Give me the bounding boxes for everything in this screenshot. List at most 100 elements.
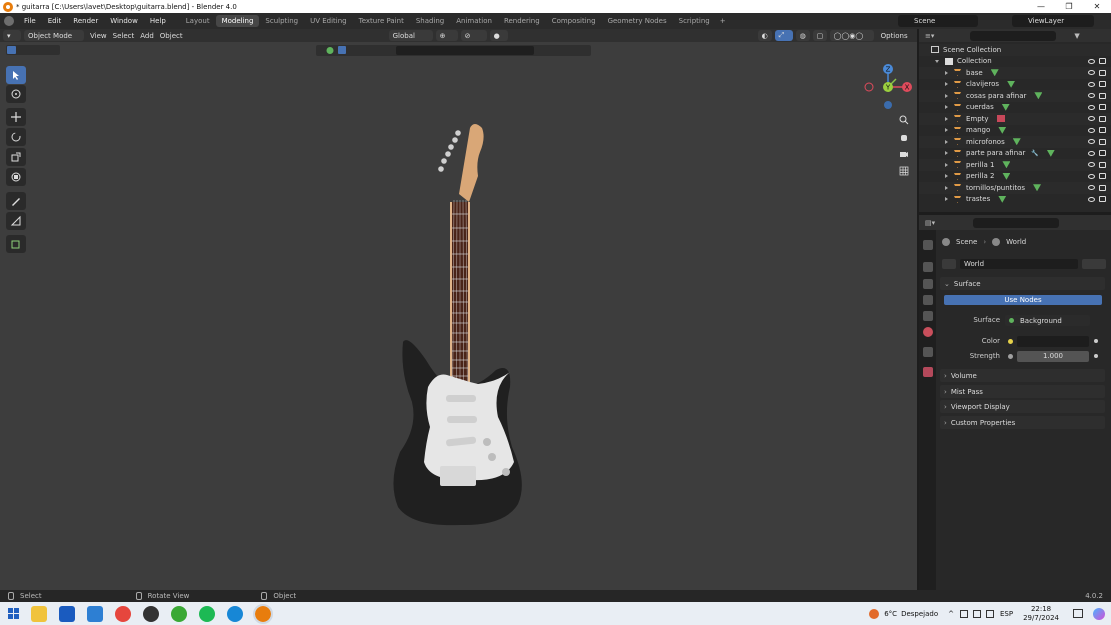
outliner-item[interactable]: cuerdas <box>919 102 1111 114</box>
camera-icon[interactable] <box>1099 161 1106 168</box>
camera-icon[interactable] <box>1099 138 1106 145</box>
outliner-item[interactable]: microfonos <box>919 136 1111 148</box>
outliner-item[interactable]: trastes <box>919 194 1111 206</box>
expand-arrow-icon[interactable] <box>945 70 948 75</box>
texture-tab-icon[interactable] <box>923 367 933 377</box>
strength-field[interactable]: 1.000 <box>1017 351 1089 362</box>
view-layer-selector[interactable]: ViewLayer <box>1012 15 1094 27</box>
eye-icon[interactable] <box>1088 81 1095 87</box>
view-layer-tab-icon[interactable] <box>923 295 933 305</box>
menu-file[interactable]: File <box>18 17 42 25</box>
add-workspace-button[interactable]: + <box>716 17 730 25</box>
mail-icon[interactable] <box>87 605 103 622</box>
expand-arrow-icon[interactable] <box>945 139 948 144</box>
measure-tool-button[interactable] <box>6 212 26 230</box>
display-icon[interactable] <box>973 609 981 618</box>
eye-icon[interactable] <box>1088 104 1095 110</box>
edge-icon[interactable] <box>227 605 243 622</box>
visibility-button[interactable]: ◐ <box>757 30 772 41</box>
overlay-button[interactable]: ◍ <box>795 30 810 41</box>
expand-arrow-icon[interactable] <box>945 116 948 121</box>
menu-render[interactable]: Render <box>67 17 104 25</box>
tab-uv-editing[interactable]: UV Editing <box>304 15 353 27</box>
clock[interactable]: 22:18 29/7/2024 <box>1023 605 1059 623</box>
tab-scripting[interactable]: Scripting <box>673 15 716 27</box>
grid-toggle-icon[interactable] <box>896 163 912 179</box>
outliner-item[interactable]: clavijeros <box>919 79 1111 91</box>
camera-icon[interactable] <box>1099 58 1106 65</box>
output-tab-icon[interactable] <box>923 279 933 289</box>
camera-icon[interactable] <box>1099 81 1106 88</box>
tab-texture-paint[interactable]: Texture Paint <box>353 15 410 27</box>
tab-compositing[interactable]: Compositing <box>546 15 602 27</box>
eye-icon[interactable] <box>1088 116 1095 122</box>
surface-shader-field[interactable]: Background <box>1005 315 1090 326</box>
outliner-item[interactable]: perilla 2 <box>919 171 1111 183</box>
chevron-up-icon[interactable]: ^ <box>948 610 954 618</box>
close-button[interactable]: ✕ <box>1083 2 1111 11</box>
minimize-button[interactable]: — <box>1027 2 1055 11</box>
tab-sculpting[interactable]: Sculpting <box>259 15 304 27</box>
camera-icon[interactable] <box>1099 127 1106 134</box>
menu-add[interactable]: Add <box>140 32 154 40</box>
rotate-tool-button[interactable] <box>6 128 26 146</box>
expand-arrow-icon[interactable] <box>945 151 948 156</box>
color-keyframe-icon[interactable] <box>1094 339 1098 343</box>
menu-view[interactable]: View <box>90 32 107 40</box>
volume-icon[interactable] <box>986 609 994 618</box>
transform-tool-button[interactable] <box>6 168 26 186</box>
render-tab-icon[interactable] <box>923 262 933 272</box>
camera-view-icon[interactable] <box>896 146 912 162</box>
utorrent-icon[interactable] <box>171 605 187 622</box>
camera-icon[interactable] <box>1099 150 1106 157</box>
collection-expand-icon[interactable] <box>935 59 939 63</box>
expand-arrow-icon[interactable] <box>945 105 948 110</box>
outliner-item[interactable]: cosas para afinar <box>919 90 1111 102</box>
use-nodes-button[interactable]: Use Nodes <box>944 295 1102 305</box>
eye-icon[interactable] <box>1088 127 1095 133</box>
camera-icon[interactable] <box>1099 92 1106 99</box>
annotate-tool-button[interactable] <box>6 192 26 210</box>
eye-icon[interactable] <box>1088 173 1095 179</box>
tab-modeling[interactable]: Modeling <box>215 15 260 27</box>
pivot-point-button[interactable]: ⊕ <box>435 30 458 41</box>
eye-icon[interactable] <box>1088 196 1095 202</box>
outliner-item[interactable]: tornillos/puntitos <box>919 182 1111 194</box>
eye-icon[interactable] <box>1088 70 1095 76</box>
outliner-item[interactable]: perilla 1 <box>919 159 1111 171</box>
camera-icon[interactable] <box>1099 184 1106 191</box>
camera-icon[interactable] <box>1099 104 1106 111</box>
world-name-field[interactable]: World <box>960 258 1078 269</box>
collection-tab-icon[interactable] <box>923 347 933 357</box>
copilot-icon[interactable] <box>1093 607 1105 620</box>
camera-icon[interactable] <box>1099 115 1106 122</box>
expand-arrow-icon[interactable] <box>945 174 948 179</box>
expand-arrow-icon[interactable] <box>945 82 948 87</box>
surface-panel-header[interactable]: ⌄ Surface <box>940 277 1105 290</box>
collection-row[interactable]: Collection <box>919 56 1111 68</box>
scene-collection-row[interactable]: Scene Collection <box>919 44 1111 56</box>
scene-selector[interactable]: Scene <box>898 15 978 27</box>
maximize-button[interactable]: ❐ <box>1055 2 1083 11</box>
camera-icon[interactable] <box>1099 173 1106 180</box>
language-indicator[interactable]: ESP <box>1000 610 1013 618</box>
xray-button[interactable]: ▢ <box>812 30 827 41</box>
mode-selector[interactable]: Object Mode <box>24 30 84 41</box>
scale-tool-button[interactable] <box>6 148 26 166</box>
custom-properties-panel-header[interactable]: › Custom Properties <box>940 416 1105 429</box>
options-button[interactable]: Options <box>877 30 909 41</box>
outliner-item[interactable]: parte para afinar 🔧 <box>919 148 1111 160</box>
tab-layout[interactable]: Layout <box>180 15 216 27</box>
expand-arrow-icon[interactable] <box>945 197 948 202</box>
blender-taskbar-icon[interactable] <box>253 603 273 624</box>
volume-panel-header[interactable]: › Volume <box>940 369 1105 382</box>
pan-hand-icon[interactable] <box>896 129 912 145</box>
camera-icon[interactable] <box>1099 196 1106 203</box>
tab-shading[interactable]: Shading <box>410 15 450 27</box>
file-explorer-icon[interactable] <box>31 605 47 622</box>
expand-arrow-icon[interactable] <box>945 93 948 98</box>
color-swatch[interactable] <box>1017 336 1089 347</box>
tab-animation[interactable]: Animation <box>450 15 498 27</box>
snap-button[interactable]: ⊘ <box>460 30 487 41</box>
unity-icon[interactable] <box>143 605 159 622</box>
